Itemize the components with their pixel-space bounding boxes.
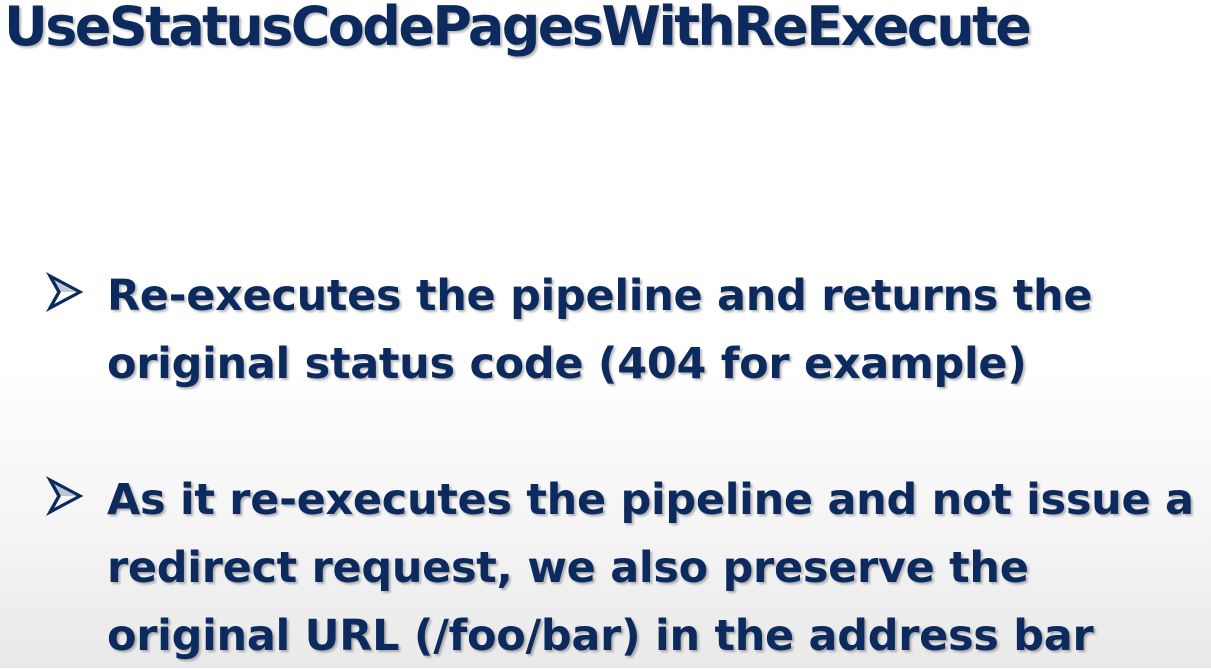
bullet-text: As it re-executes the pipeline and not i…: [107, 466, 1207, 670]
arrowhead-bullet-icon: [46, 476, 84, 516]
bullet-line: redirect request, we also preserve the: [107, 543, 1029, 593]
bullet-line: original URL (/foo/bar) in the address b…: [107, 611, 1094, 661]
arrowhead-bullet-icon: [46, 272, 84, 312]
bullet-line: original status code (404 for example): [107, 339, 1027, 389]
bullet-line: Re-executes the pipeline and returns the: [107, 271, 1093, 321]
bullet-line: As it re-executes the pipeline and not i…: [107, 475, 1194, 525]
bullet-text: Re-executes the pipeline and returns the…: [107, 262, 1207, 398]
slide: UseStatusCodePagesWithReExecute Re-execu…: [0, 0, 1211, 668]
bullet-list: Re-executes the pipeline and returns the…: [0, 0, 1211, 668]
